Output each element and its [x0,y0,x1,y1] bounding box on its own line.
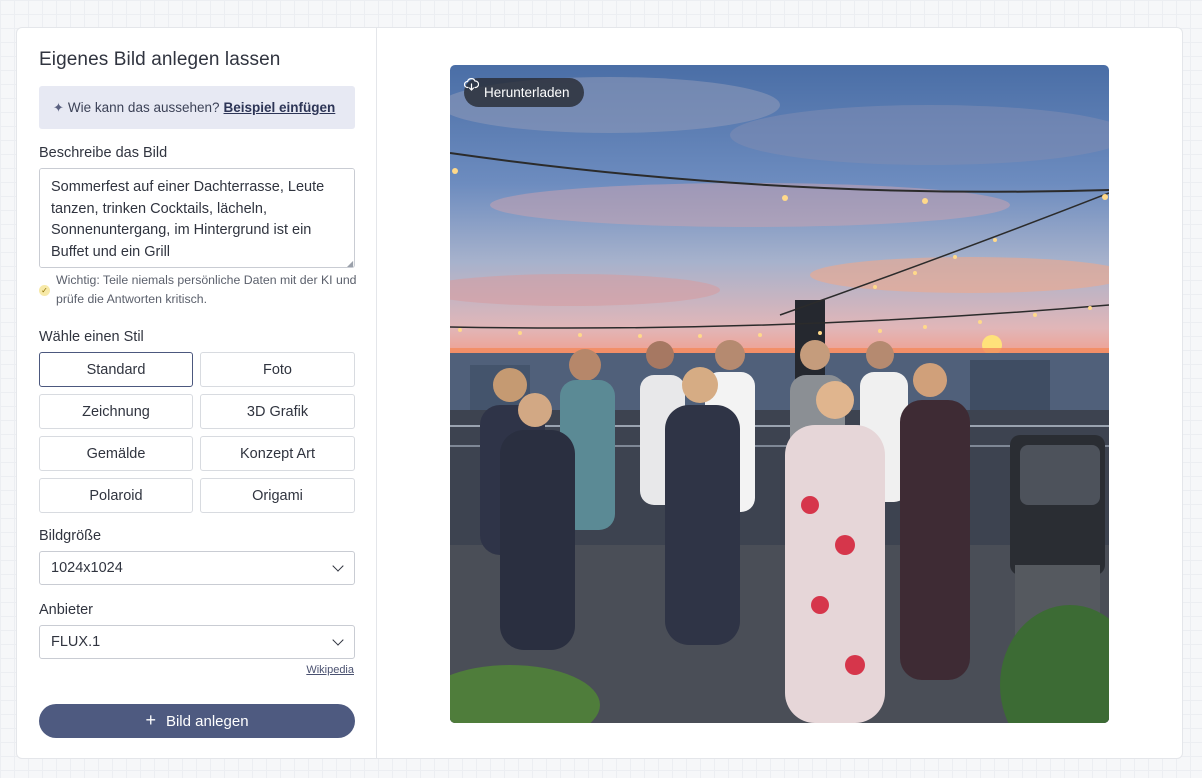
style-3d-grafik-button[interactable]: 3D Grafik [200,394,355,429]
size-select[interactable]: 1024x1024 [39,551,355,585]
page-title: Eigenes Bild anlegen lassen [39,49,281,70]
provider-select[interactable]: FLUX.1 [39,625,355,659]
chevron-down-icon [332,560,344,572]
form-panel: Eigenes Bild anlegen lassen ✦ Wie kann d… [17,28,377,758]
warning-text: Wichtig: Teile niemals persönliche Daten… [56,273,357,306]
style-origami-button[interactable]: Origami [200,478,355,513]
provider-label: Anbieter [39,602,94,618]
size-select-value: 1024x1024 [51,560,123,576]
style-zeichnung-button[interactable]: Zeichnung [39,394,193,429]
download-button[interactable]: Herunterladen [464,78,584,107]
style-label: Wähle einen Stil [39,329,144,345]
example-hint: ✦ Wie kann das aussehen? Beispiel einfüg… [39,86,355,129]
plus-icon: + [145,709,156,730]
magic-wand-icon: ✦ [53,99,64,115]
style-gemaelde-button[interactable]: Gemälde [39,436,193,471]
style-konzept-art-button[interactable]: Konzept Art [200,436,355,471]
wikipedia-link[interactable]: Wikipedia [306,664,354,676]
provider-select-value: FLUX.1 [51,634,101,650]
size-label: Bildgröße [39,528,102,544]
create-image-button[interactable]: + Bild anlegen [39,704,355,738]
rooftop-party-illustration [450,77,1109,723]
check-icon: ✓ [39,285,50,296]
style-foto-button[interactable]: Foto [200,352,355,387]
image-generator-card: Eigenes Bild anlegen lassen ✦ Wie kann d… [16,27,1183,759]
style-grid: Standard Foto Zeichnung 3D Grafik Gemäld… [39,352,355,513]
generated-image: Herunterladen [450,65,1109,723]
insert-example-link[interactable]: Beispiel einfügen [224,100,336,115]
resize-handle-icon[interactable]: ◢ [347,260,354,268]
privacy-warning: ✓ Wichtig: Teile niemals persönliche Dat… [39,271,359,309]
preview-panel: Herunterladen [377,28,1182,758]
description-input[interactable]: Sommerfest auf einer Dachterrasse, Leute… [39,168,355,268]
hint-text: Wie kann das aussehen? [67,100,220,115]
chevron-down-icon [332,634,344,646]
style-standard-button[interactable]: Standard [39,352,193,387]
style-polaroid-button[interactable]: Polaroid [39,478,193,513]
download-label: Herunterladen [484,85,570,100]
description-label: Beschreibe das Bild [39,145,168,161]
create-image-label: Bild anlegen [165,712,249,730]
